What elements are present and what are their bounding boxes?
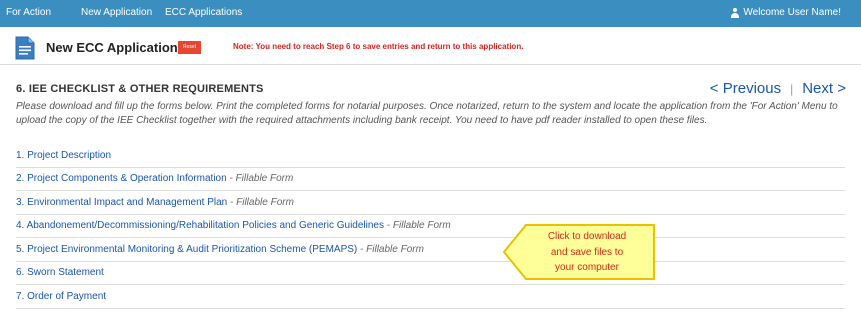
fillable-form-note: - Fillable Form	[226, 173, 294, 185]
document-icon	[15, 36, 35, 60]
page-title: New ECC Application	[46, 40, 178, 55]
previous-button[interactable]: < Previous	[710, 80, 781, 97]
user-greeting-text: Welcome User Name!	[743, 7, 841, 18]
document-list: 1. Project Description 2. Project Compon…	[16, 144, 845, 309]
save-note: Note: You need to reach Step 6 to save e…	[233, 42, 524, 51]
document-link-project-description[interactable]: 1. Project Description	[16, 150, 111, 161]
top-nav-bar: For Action New Application ECC Applicati…	[0, 0, 861, 27]
user-icon	[731, 7, 740, 18]
document-row: 4. Abandonement/Decommissioning/Rehabili…	[16, 215, 845, 238]
document-link-sworn-statement[interactable]: 6. Sworn Statement	[16, 267, 104, 278]
document-link-project-components[interactable]: 2. Project Components & Operation Inform…	[16, 173, 227, 184]
header-divider	[0, 64, 861, 65]
pager-separator: |	[790, 81, 794, 96]
nav-new-application[interactable]: New Application	[81, 7, 152, 18]
document-link-impact-management-plan[interactable]: 3. Environmental Impact and Management P…	[16, 197, 227, 208]
section-title: 6. IEE CHECKLIST & OTHER REQUIREMENTS	[16, 83, 264, 95]
callout-text: Click to download and save files to your…	[522, 229, 652, 276]
document-row: 6. Sworn Statement	[16, 262, 845, 285]
fillable-form-note: - Fillable Form	[384, 220, 451, 232]
step-pager: < Previous | Next >	[710, 80, 846, 97]
document-row: 3. Environmental Impact and Management P…	[16, 191, 845, 215]
instructions-text: Please download and fill up the forms be…	[16, 101, 838, 126]
reset-button[interactable]: Reset	[178, 41, 201, 54]
document-row: 7. Order of Payment	[16, 285, 845, 309]
callout-line: and save files to	[550, 246, 624, 258]
document-link-pemaps[interactable]: 5. Project Environmental Monitoring & Au…	[16, 244, 357, 255]
document-row: 2. Project Components & Operation Inform…	[16, 168, 845, 191]
document-row: 1. Project Description	[16, 144, 845, 168]
fillable-form-note: - Fillable Form	[357, 243, 424, 255]
callout-line: Click to download	[547, 231, 627, 242]
document-link-order-of-payment[interactable]: 7. Order of Payment	[16, 291, 106, 302]
user-greeting[interactable]: Welcome User Name!	[731, 7, 841, 18]
callout-line: your computer	[555, 262, 619, 273]
document-row: 5. Project Environmental Monitoring & Au…	[16, 238, 845, 262]
document-link-abandonment-policies[interactable]: 4. Abandonement/Decommissioning/Rehabili…	[16, 220, 384, 231]
next-button[interactable]: Next >	[802, 80, 846, 97]
fillable-form-note: - Fillable Form	[227, 196, 294, 208]
nav-for-action[interactable]: For Action	[6, 7, 51, 18]
nav-ecc-applications[interactable]: ECC Applications	[165, 7, 242, 18]
